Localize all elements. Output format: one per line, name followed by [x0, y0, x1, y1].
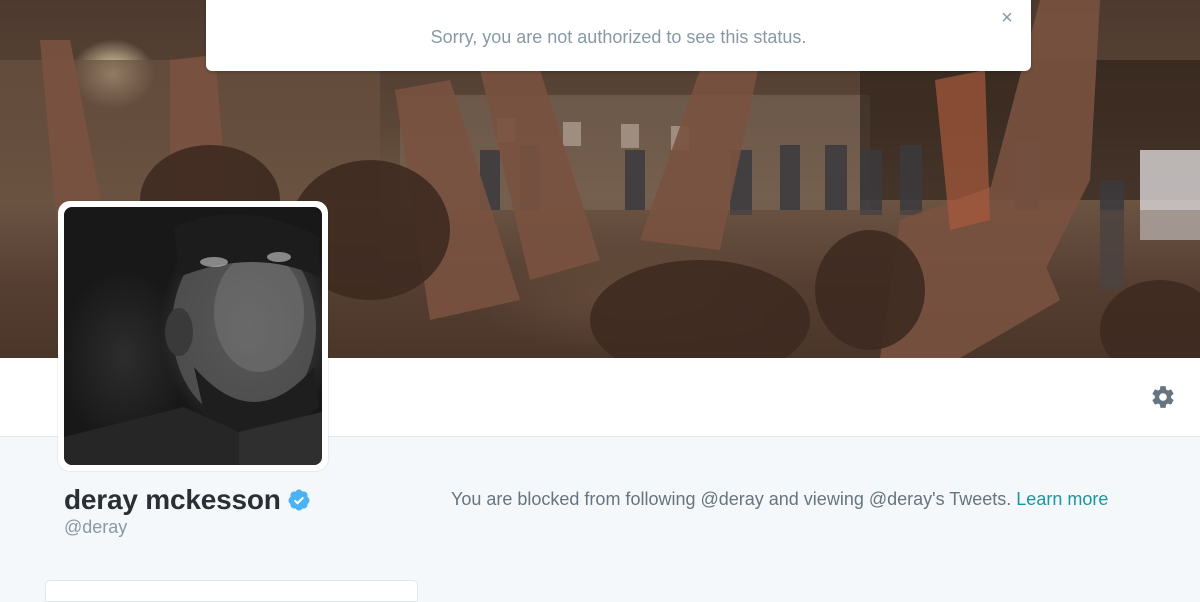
profile-sidebar-card — [45, 580, 418, 602]
blocked-message: You are blocked from following @deray an… — [451, 489, 1012, 509]
gear-icon[interactable] — [1150, 384, 1176, 410]
toast-message: Sorry, you are not authorized to see thi… — [430, 27, 807, 47]
profile-avatar[interactable] — [58, 201, 328, 471]
profile-handle[interactable]: @deray — [64, 517, 127, 538]
close-icon[interactable]: × — [997, 8, 1017, 28]
error-toast: Sorry, you are not authorized to see thi… — [206, 0, 1031, 71]
profile-name[interactable]: deray mckesson — [64, 484, 281, 516]
verified-badge-icon — [288, 489, 310, 511]
learn-more-link[interactable]: Learn more — [1016, 489, 1108, 509]
avatar-photo — [64, 207, 322, 465]
blocked-notice: You are blocked from following @deray an… — [451, 489, 1108, 510]
avatar-portrait-art — [64, 214, 322, 465]
profile-name-row: deray mckesson — [64, 484, 311, 516]
